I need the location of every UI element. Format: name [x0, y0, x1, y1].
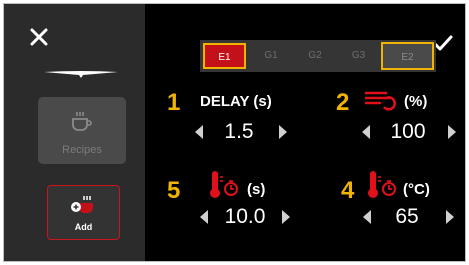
- add-button[interactable]: Add: [47, 185, 120, 240]
- step-badge-5: 5: [167, 177, 181, 204]
- thermometer-timer-icon: [208, 171, 240, 206]
- step-badge-4: 4: [341, 177, 355, 204]
- group-tab-e2[interactable]: E2: [380, 40, 436, 72]
- delay-label: DELAY (s): [200, 93, 272, 110]
- group-selector: E1 G1 G2 G3 E2: [200, 40, 436, 72]
- close-icon[interactable]: [28, 26, 52, 50]
- steam-icon: [364, 89, 400, 118]
- temp-label: (°C): [403, 181, 430, 198]
- flow-value: 100: [390, 120, 426, 143]
- temp-time-decrease-arrow[interactable]: [200, 210, 208, 224]
- temp-value: 65: [395, 205, 419, 228]
- add-label: Add: [74, 222, 93, 232]
- delay-decrease-arrow[interactable]: [195, 125, 203, 139]
- flow-increase-arrow[interactable]: [448, 125, 456, 139]
- step-badge-2: 2: [336, 89, 350, 116]
- delay-value: 1.5: [224, 120, 254, 143]
- thermometer-timer-icon: [366, 171, 398, 206]
- step-badge-1: 1: [167, 89, 181, 116]
- recipes-button[interactable]: Recipes: [38, 97, 126, 164]
- temp-time-increase-arrow[interactable]: [282, 210, 290, 224]
- temp-time-value: 10.0: [224, 205, 266, 228]
- flow-decrease-arrow[interactable]: [362, 125, 370, 139]
- sidebar: Recipes Add: [4, 4, 145, 261]
- delay-increase-arrow[interactable]: [279, 125, 287, 139]
- cup-icon: [71, 110, 93, 137]
- app-window: Recipes Add E1 G1 G2 G3 E2 1 DELAY (s) 1…: [3, 3, 466, 262]
- group-tab-e1[interactable]: E1: [200, 40, 249, 72]
- recipes-label: Recipes: [62, 144, 102, 156]
- temp-increase-arrow[interactable]: [446, 210, 454, 224]
- add-cup-icon: [69, 194, 99, 221]
- temp-time-label: (s): [247, 181, 266, 198]
- flow-label: (%): [404, 93, 428, 110]
- settings-panel: E1 G1 G2 G3 E2 1 DELAY (s) 1.5 2 (%) 100…: [145, 4, 465, 261]
- group-tab-g2[interactable]: G2: [293, 40, 337, 72]
- group-tab-g3[interactable]: G3: [337, 40, 380, 72]
- temp-decrease-arrow[interactable]: [363, 210, 371, 224]
- group-tab-g1[interactable]: G1: [249, 40, 293, 72]
- brand-logo-icon: [42, 66, 120, 78]
